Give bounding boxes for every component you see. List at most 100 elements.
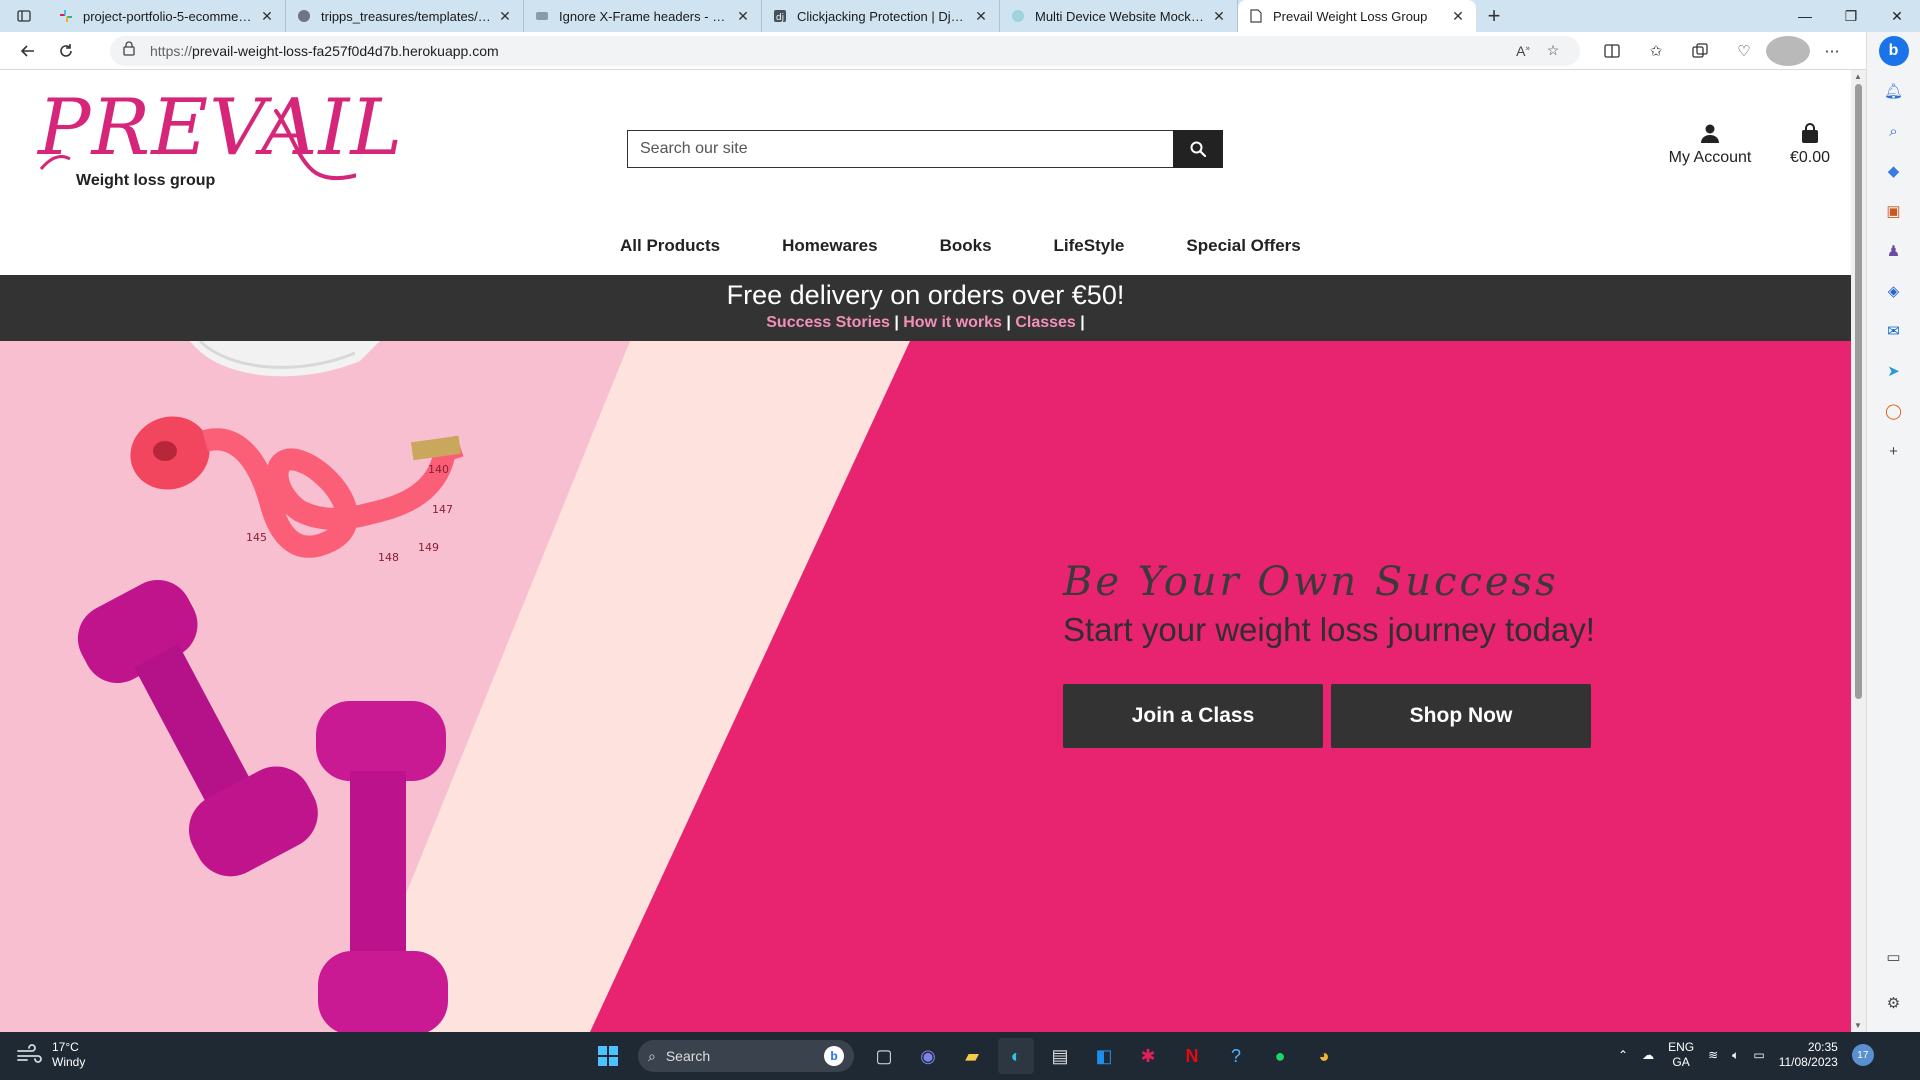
tab-close-icon[interactable]: ✕: [1450, 8, 1466, 25]
sidebar-settings-icon[interactable]: ⚙: [1879, 988, 1909, 1018]
office-icon[interactable]: ◯: [1879, 396, 1909, 426]
tools-icon[interactable]: ▣: [1879, 196, 1909, 226]
browser-tab[interactable]: Ignore X-Frame headers - Chron ✕: [524, 0, 762, 32]
tab-title: tripps_treasures/templates/base.: [321, 8, 491, 24]
windows-taskbar: 17°C Windy ⌕ Search b ▢ ◉ ▰ ◐ ▤ ◧ ✱ N ? …: [0, 1032, 1920, 1080]
add-sidebar-app-icon[interactable]: +: [1879, 436, 1909, 466]
tab-close-icon[interactable]: ✕: [497, 8, 513, 25]
lock-icon[interactable]: [122, 40, 138, 61]
edge-sidebar: b 🔔︎ ⌕ ◆ ▣ ♟ ◈ ✉ ➤ ◯ + ▭ ⚙: [1866, 32, 1920, 1032]
shopping-bag-link[interactable]: €0.00: [1780, 123, 1840, 167]
site-search-input[interactable]: [627, 130, 1173, 168]
scroll-down-icon[interactable]: ▼: [1854, 1021, 1862, 1030]
search-icon[interactable]: ⌕: [1879, 116, 1909, 146]
tab-title: Clickjacking Protection | Django: [797, 8, 967, 24]
site-header: PREVAIL Weight loss group My Account €0.…: [0, 71, 1851, 275]
profile-icon[interactable]: [1766, 35, 1810, 66]
collections-icon[interactable]: [1678, 36, 1722, 66]
help-icon[interactable]: ?: [1218, 1038, 1254, 1074]
new-tab-button[interactable]: +: [1476, 0, 1512, 32]
chrome-icon[interactable]: ◕: [1306, 1038, 1342, 1074]
weather-widget[interactable]: 17°C Windy: [16, 1040, 85, 1070]
browser-tab[interactable]: dj Clickjacking Protection | Django ✕: [762, 0, 1000, 32]
tape-mark: 149: [418, 541, 439, 554]
outlook-icon[interactable]: ✉: [1879, 316, 1909, 346]
shop-now-button[interactable]: Shop Now: [1331, 684, 1591, 748]
tab-close-icon[interactable]: ✕: [973, 8, 989, 25]
onedrive-cloud-icon[interactable]: ☁: [1642, 1048, 1654, 1062]
nav-lifestyle[interactable]: LifeStyle: [1023, 229, 1156, 263]
wifi-icon[interactable]: ≋: [1708, 1048, 1718, 1062]
page-scrollbar[interactable]: ▲ ▼: [1851, 70, 1866, 1032]
browser-tab-active[interactable]: Prevail Weight Loss Group ✕: [1238, 0, 1476, 32]
scrollbar-thumb[interactable]: [1855, 84, 1862, 699]
netflix-icon[interactable]: N: [1174, 1038, 1210, 1074]
join-class-button[interactable]: Join a Class: [1063, 684, 1323, 748]
notification-bell-icon[interactable]: 🔔︎: [1879, 76, 1909, 106]
nav-special-offers[interactable]: Special Offers: [1155, 229, 1331, 263]
site-search-form: [627, 130, 1223, 168]
mysql-workbench-icon[interactable]: ◧: [1086, 1038, 1122, 1074]
promo-banner: Free delivery on orders over €50! Succes…: [0, 275, 1851, 341]
minimize-icon[interactable]: —: [1782, 0, 1828, 32]
browser-tab[interactable]: project-portfolio-5-ecommerce ✕: [48, 0, 286, 32]
success-stories-link[interactable]: Success Stories: [766, 314, 890, 331]
bing-copilot-icon[interactable]: b: [1878, 36, 1909, 66]
slack-icon[interactable]: ✱: [1130, 1038, 1166, 1074]
favorites-icon[interactable]: ✩: [1634, 36, 1678, 66]
how-it-works-link[interactable]: How it works: [903, 314, 1002, 331]
page-favicon-icon: [1248, 8, 1264, 24]
volume-icon[interactable]: 🔈︎: [1732, 1048, 1739, 1063]
taskbar-search[interactable]: ⌕ Search b: [638, 1040, 854, 1072]
show-hidden-icons-icon[interactable]: ⌃: [1618, 1048, 1628, 1062]
close-window-icon[interactable]: ✕: [1874, 0, 1920, 32]
games-icon[interactable]: ♟: [1879, 236, 1909, 266]
split-screen-icon[interactable]: [1590, 36, 1634, 66]
site-search-button[interactable]: [1173, 130, 1223, 168]
promo-headline: Free delivery on orders over €50!: [726, 280, 1125, 310]
scroll-up-icon[interactable]: ▲: [1854, 72, 1862, 81]
task-view-icon[interactable]: ▢: [866, 1038, 902, 1074]
github-favicon-icon: [296, 8, 312, 24]
browser-tab[interactable]: Multi Device Website Mockup Ge ✕: [1000, 0, 1238, 32]
microsoft-store-icon[interactable]: ▤: [1042, 1038, 1078, 1074]
shopping-bag-icon: [1780, 123, 1840, 145]
url-field[interactable]: https://prevail-weight-loss-fa257f0d4d7b…: [110, 35, 1580, 66]
teams-chat-icon[interactable]: ◉: [910, 1038, 946, 1074]
tab-close-icon[interactable]: ✕: [1211, 8, 1227, 25]
nav-books[interactable]: Books: [909, 229, 1023, 263]
notification-count-badge[interactable]: 17: [1851, 1044, 1874, 1066]
read-aloud-icon[interactable]: A»: [1508, 43, 1538, 59]
shopping-tag-icon[interactable]: ◆: [1879, 156, 1909, 186]
my-account-link[interactable]: My Account: [1660, 123, 1760, 167]
nav-homewares[interactable]: Homewares: [751, 229, 908, 263]
my-account-label: My Account: [1668, 149, 1752, 166]
restore-icon[interactable]: ❐: [1828, 0, 1874, 32]
keyboard-layout: GA: [1672, 1055, 1690, 1069]
edge-browser-icon[interactable]: ◐: [998, 1038, 1034, 1074]
language-indicator[interactable]: ENG GA: [1668, 1040, 1694, 1070]
tab-actions-icon[interactable]: [0, 0, 48, 32]
more-options-icon[interactable]: ⋯: [1810, 36, 1854, 66]
classes-link[interactable]: Classes: [1015, 314, 1076, 331]
microsoft-365-icon[interactable]: ◈: [1879, 276, 1909, 306]
bing-icon: b: [824, 1046, 844, 1066]
battery-icon[interactable]: ▭: [1753, 1048, 1764, 1062]
language-code: ENG: [1668, 1040, 1695, 1054]
sidebar-layout-icon[interactable]: ▭: [1879, 942, 1909, 972]
favorite-star-icon[interactable]: ☆: [1538, 42, 1568, 59]
clock[interactable]: 20:35 11/08/2023: [1779, 1040, 1838, 1070]
main-nav: All Products Homewares Books LifeStyle S…: [589, 229, 1332, 263]
windows-start-icon[interactable]: [590, 1038, 626, 1074]
refresh-button[interactable]: [48, 36, 84, 66]
file-explorer-icon[interactable]: ▰: [954, 1038, 990, 1074]
drop-icon[interactable]: ➤: [1879, 356, 1909, 386]
web-page: PREVAIL Weight loss group My Account €0.…: [0, 71, 1851, 1032]
spotify-icon[interactable]: ●: [1262, 1038, 1298, 1074]
back-button[interactable]: [10, 36, 46, 66]
browser-tab[interactable]: tripps_treasures/templates/base. ✕: [286, 0, 524, 32]
tab-close-icon[interactable]: ✕: [735, 8, 751, 25]
nav-all-products[interactable]: All Products: [589, 229, 751, 263]
tab-close-icon[interactable]: ✕: [259, 8, 275, 25]
performance-icon[interactable]: ♡: [1722, 36, 1766, 66]
